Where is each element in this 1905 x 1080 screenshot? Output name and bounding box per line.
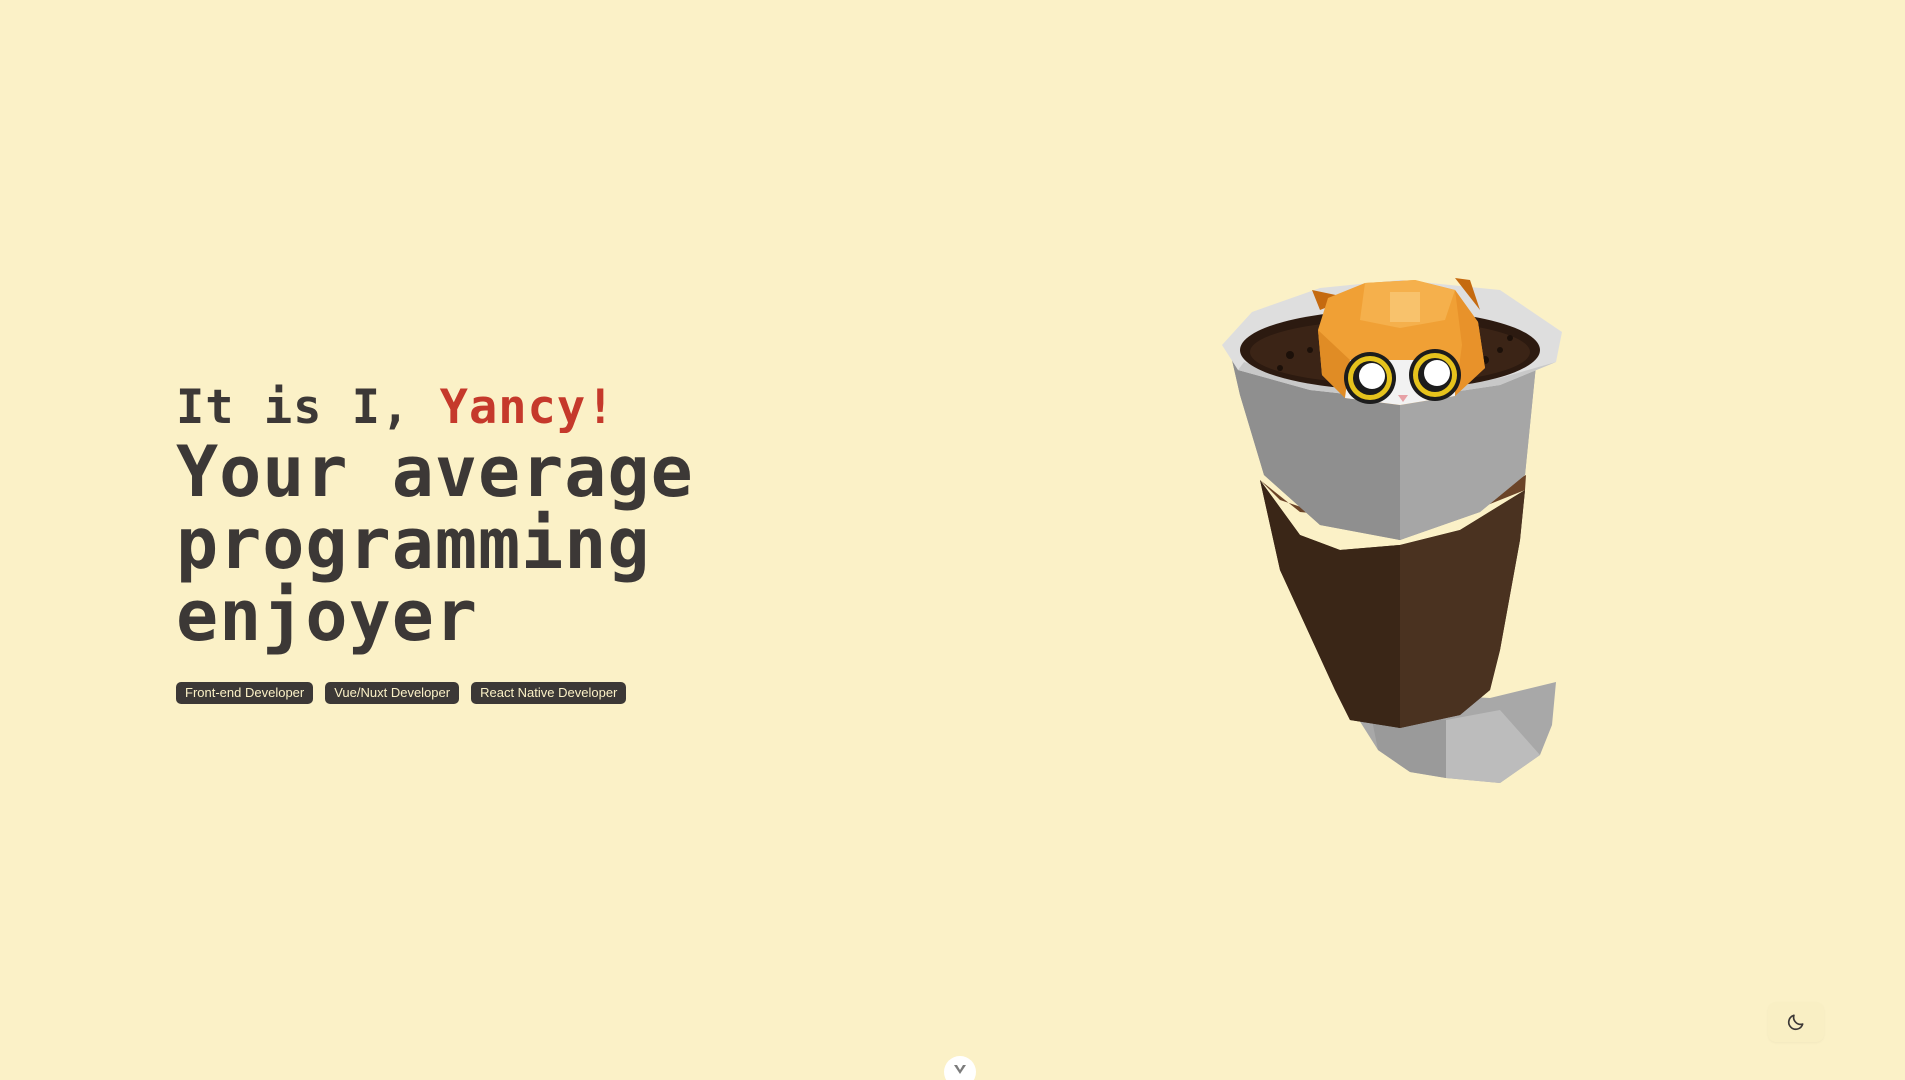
headline-line-1: Your average [176, 431, 694, 513]
cat-coffee-cup-illustration [1222, 278, 1562, 783]
tag-vue-nuxt: Vue/Nuxt Developer [325, 682, 460, 704]
cat-head [1312, 278, 1485, 405]
greeting-name: Yancy! [439, 380, 616, 435]
headline: Your average programming enjoyer [176, 436, 876, 652]
headline-line-3: enjoyer [176, 575, 479, 657]
scroll-down-button[interactable] [944, 1056, 976, 1080]
hero-section: It is I, Yancy! Your average programming… [176, 380, 876, 704]
tag-front-end: Front-end Developer [176, 682, 314, 704]
greeting: It is I, Yancy! [176, 380, 876, 436]
cat-in-coffee-cup-3d-scene[interactable] [1200, 250, 1640, 810]
role-tags: Front-end Developer Vue/Nuxt Developer R… [176, 682, 876, 704]
headline-line-2: programming [176, 503, 651, 585]
greeting-prefix: It is I, [176, 380, 440, 435]
theme-toggle-button[interactable] [1768, 1002, 1824, 1042]
tag-react-native: React Native Developer [471, 682, 627, 704]
chevron-down-icon [954, 1065, 966, 1074]
moon-icon [1787, 1014, 1804, 1031]
